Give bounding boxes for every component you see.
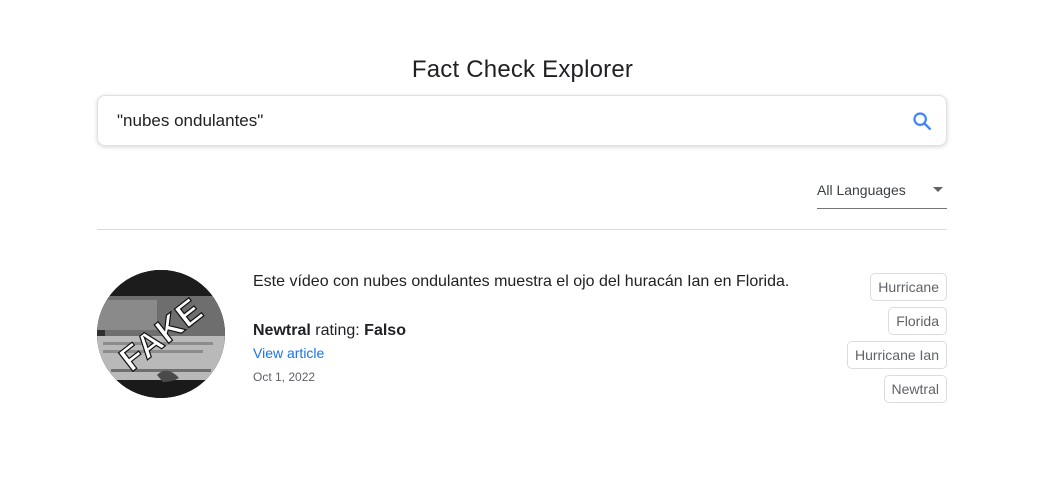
review-date: Oct 1, 2022 [253, 370, 316, 384]
result-thumbnail[interactable]: FAKE [97, 270, 225, 398]
rating-line: Newtral rating: Falso [253, 322, 406, 340]
divider [97, 229, 947, 230]
tag-list: Hurricane Florida Hurricane Ian Newtral [846, 273, 947, 403]
claim-text: Este vídeo con nubes ondulantes muestra … [253, 273, 790, 290]
search-box [97, 95, 947, 146]
tag-chip[interactable]: Newtral [883, 375, 947, 403]
rating-label: rating: [315, 322, 360, 339]
publisher-name: Newtral [253, 322, 311, 339]
search-input[interactable] [117, 110, 877, 132]
result-card: FAKE Este vídeo con nubes ondulantes mue… [97, 270, 947, 410]
fake-stamp-image: FAKE [97, 270, 225, 398]
page-title: Fact Check Explorer [411, 56, 634, 83]
search-button[interactable] [910, 109, 934, 133]
rating-value: Falso [364, 322, 406, 339]
language-select[interactable]: All Languages [817, 178, 947, 209]
search-icon [913, 112, 931, 130]
tag-chip[interactable]: Hurricane Ian [846, 341, 947, 369]
tag-chip[interactable]: Florida [888, 307, 947, 335]
view-article-link[interactable]: View article [253, 345, 324, 361]
tag-chip[interactable]: Hurricane [870, 273, 947, 301]
dropdown-arrow-icon [933, 187, 943, 192]
language-select-value: All Languages [817, 182, 906, 198]
